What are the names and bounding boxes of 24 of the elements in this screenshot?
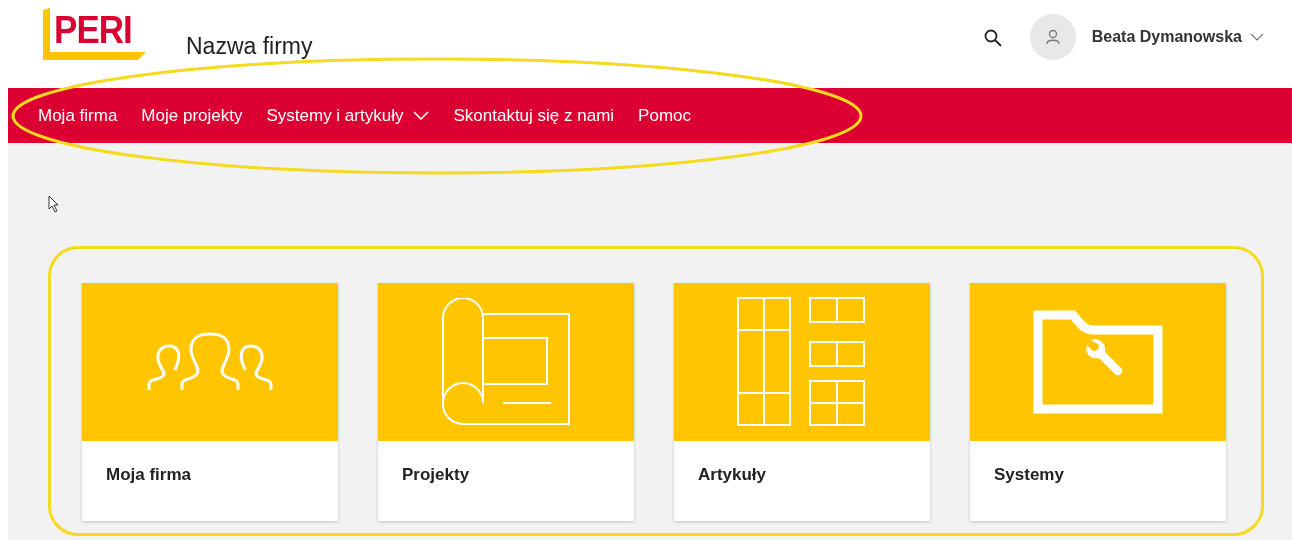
cursor-icon: [48, 195, 60, 213]
tile-title: Projekty: [402, 465, 470, 485]
tile-title: Artykuły: [698, 465, 767, 485]
nav-link[interactable]: Moja firma: [30, 99, 126, 132]
nav-link[interactable]: Systemy i artykuły: [258, 99, 438, 132]
blueprint-icon: [441, 298, 571, 426]
user-menu-button[interactable]: Beata Dymanowska: [1087, 24, 1268, 50]
panels-icon: [737, 297, 867, 427]
tile-title: Moja firma: [106, 465, 192, 485]
tile-card[interactable]: Systemy: [970, 283, 1226, 521]
tile-card[interactable]: Moja firma: [82, 283, 338, 521]
tile-card[interactable]: Projekty: [378, 283, 634, 521]
folder-wrench-icon: [1033, 310, 1163, 414]
people-icon: [145, 332, 275, 392]
peri-logo[interactable]: PERI: [42, 8, 146, 62]
tile-card[interactable]: Artykuły: [674, 283, 930, 521]
user-icon: [1045, 29, 1060, 45]
tile-title: Systemy: [994, 465, 1064, 485]
chevron-down-icon: [1250, 33, 1264, 41]
nav-link[interactable]: Pomoc: [630, 99, 699, 132]
company-name: Nazwa firmy: [186, 32, 313, 60]
search-icon[interactable]: [983, 29, 1002, 47]
nav-link[interactable]: Skontaktuj się z nami: [445, 99, 623, 132]
nav-link[interactable]: Moje projekty: [133, 99, 251, 132]
